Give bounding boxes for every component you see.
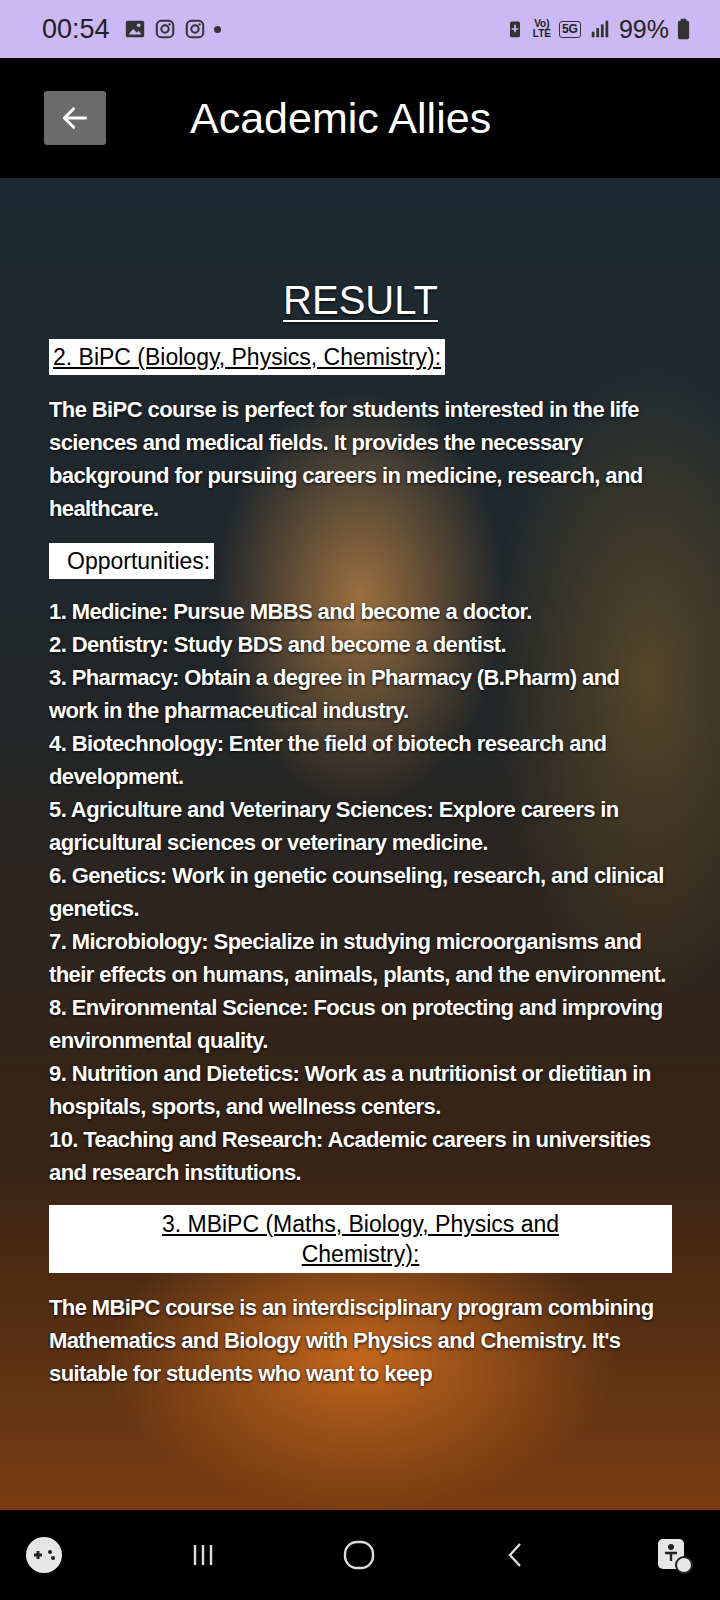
- instagram-icon: [184, 18, 206, 40]
- opportunity-item: 3. Pharmacy: Obtain a degree in Pharmacy…: [49, 661, 672, 727]
- back-nav-icon[interactable]: [501, 1540, 531, 1570]
- opportunity-item: 2. Dentistry: Study BDS and become a den…: [49, 628, 672, 661]
- content-area[interactable]: RESULT 2. BiPC (Biology, Physics, Chemist…: [0, 178, 720, 1510]
- battery-icon: [677, 17, 690, 41]
- opportunities-label: Opportunities:: [49, 543, 214, 579]
- network-type: 5G: [559, 21, 581, 38]
- opportunity-item: 7. Microbiology: Specialize in studying …: [49, 925, 672, 991]
- opportunities-list: 1. Medicine: Pursue MBBS and become a do…: [49, 595, 672, 1189]
- game-tools-icon[interactable]: [24, 1535, 64, 1575]
- section-description: The MBiPC course is an interdisciplinary…: [49, 1291, 672, 1390]
- opportunity-item: 4. Biotechnology: Enter the field of bio…: [49, 727, 672, 793]
- page-title: RESULT: [49, 278, 672, 323]
- app-title: Academic Allies: [190, 94, 491, 143]
- app-bar: Academic Allies: [0, 58, 720, 178]
- opportunity-item: 10. Teaching and Research: Academic care…: [49, 1123, 672, 1189]
- back-arrow-icon: [59, 102, 91, 134]
- section-description: The BiPC course is perfect for students …: [49, 393, 672, 525]
- status-time: 00:54: [42, 14, 110, 45]
- section-heading: 3. MBiPC (Maths, Biology, Physics and Ch…: [49, 1205, 672, 1273]
- volte-indicator: Vo)LTE: [533, 19, 551, 39]
- section-heading: 2. BiPC (Biology, Physics, Chemistry):: [49, 339, 445, 375]
- back-button[interactable]: [44, 91, 106, 145]
- course-section: 3. MBiPC (Maths, Biology, Physics and Ch…: [49, 1205, 672, 1390]
- signal-icon: [589, 18, 611, 40]
- opportunity-item: 5. Agriculture and Veterinary Sciences: …: [49, 793, 672, 859]
- opportunity-item: 9. Nutrition and Dietetics: Work as a nu…: [49, 1057, 672, 1123]
- battery-saver-icon: [505, 18, 525, 40]
- home-icon[interactable]: [341, 1537, 377, 1573]
- status-bar: 00:54 Vo)LTE 5G 99%: [0, 0, 720, 58]
- battery-level: 99%: [619, 15, 669, 44]
- navigation-bar: [0, 1510, 720, 1600]
- opportunity-item: 8. Environmental Science: Focus on prote…: [49, 991, 672, 1057]
- gallery-icon: [124, 18, 146, 40]
- recent-apps-icon[interactable]: [188, 1540, 218, 1570]
- course-section: 2. BiPC (Biology, Physics, Chemistry): Th…: [49, 339, 672, 1189]
- notification-dot-icon: [214, 26, 221, 33]
- accessibility-icon[interactable]: [654, 1535, 694, 1575]
- opportunity-item: 1. Medicine: Pursue MBBS and become a do…: [49, 595, 672, 628]
- instagram-icon: [154, 18, 176, 40]
- opportunity-item: 6. Genetics: Work in genetic counseling,…: [49, 859, 672, 925]
- screen: 00:54 Vo)LTE 5G 99% Academic Allies RESULT 2. …: [0, 0, 720, 1600]
